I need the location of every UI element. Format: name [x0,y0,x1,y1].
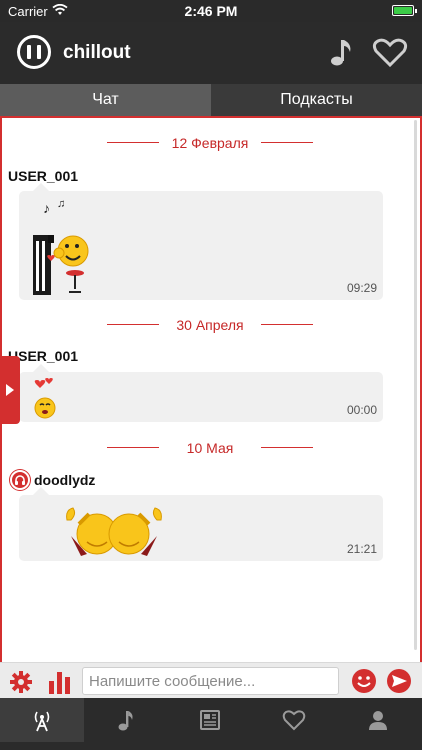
message-input[interactable] [82,667,339,695]
message-time: 00:00 [346,403,377,417]
message-username[interactable]: doodlydz [34,472,95,488]
user-icon [369,711,387,730]
message-username[interactable]: USER_001 [8,168,78,184]
app-screen: Carrier 2:46 PM chillout Чат Подкасты 12… [0,0,422,750]
music-note-icon [118,711,133,731]
heart-icon [282,710,306,731]
news-icon [200,710,220,730]
nav-news[interactable] [168,698,252,742]
status-time: 2:46 PM [184,3,238,19]
nav-profile[interactable] [336,698,420,742]
date-separator: 12 Февраля [107,133,313,153]
message-bubble: ♪ ♫ 09:29 [19,183,383,300]
heart-icon[interactable] [372,38,408,68]
dancing-smileys-sticker [66,507,162,556]
message-bubble: 21:21 [19,487,383,561]
piano-emoji-sticker: ♪ ♫ [33,198,89,295]
music-note-icon[interactable] [326,36,358,68]
equalizer-icon[interactable] [47,669,73,695]
date-label: 12 Февраля [171,135,249,151]
avatar[interactable] [10,470,30,490]
svg-text:♪: ♪ [43,200,50,216]
pause-circle-icon[interactable] [17,35,51,69]
side-drawer-handle[interactable] [0,356,20,424]
battery-level-fill [394,7,412,14]
love-smiley-sticker [34,378,56,419]
message-bubble: 00:00 [19,364,383,422]
date-separator: 30 Апреля [107,315,313,335]
nav-radio[interactable] [0,698,84,742]
smiley-icon[interactable] [351,668,377,694]
nav-favorites[interactable] [252,698,336,742]
tab-bar: Чат Подкасты [0,84,422,118]
battery-icon [392,5,417,16]
date-separator: 10 Мая [107,438,313,458]
send-icon[interactable] [386,668,412,694]
date-label: 30 Апреля [176,317,244,333]
headphones-icon [15,475,25,485]
tab-chat[interactable]: Чат [0,84,211,116]
gear-icon[interactable] [9,670,33,694]
chat-area[interactable]: 12 Февраля USER_001 ♪ ♫ 09:29 30 Апреля … [0,118,422,662]
svg-text:♫: ♫ [57,198,65,210]
message-time: 09:29 [346,281,377,295]
nav-music[interactable] [84,698,168,742]
message-input-bar [0,662,422,698]
app-title: chillout [63,42,131,63]
date-label: 10 Мая [186,440,234,456]
tab-podcasts[interactable]: Подкасты [211,84,422,116]
chat-scrollbar[interactable] [414,120,417,650]
bottom-navigation [0,698,422,750]
message-time: 21:21 [346,542,377,556]
app-header: chillout [0,22,422,84]
radio-tower-icon [34,711,50,732]
status-bar: Carrier 2:46 PM [0,0,422,22]
